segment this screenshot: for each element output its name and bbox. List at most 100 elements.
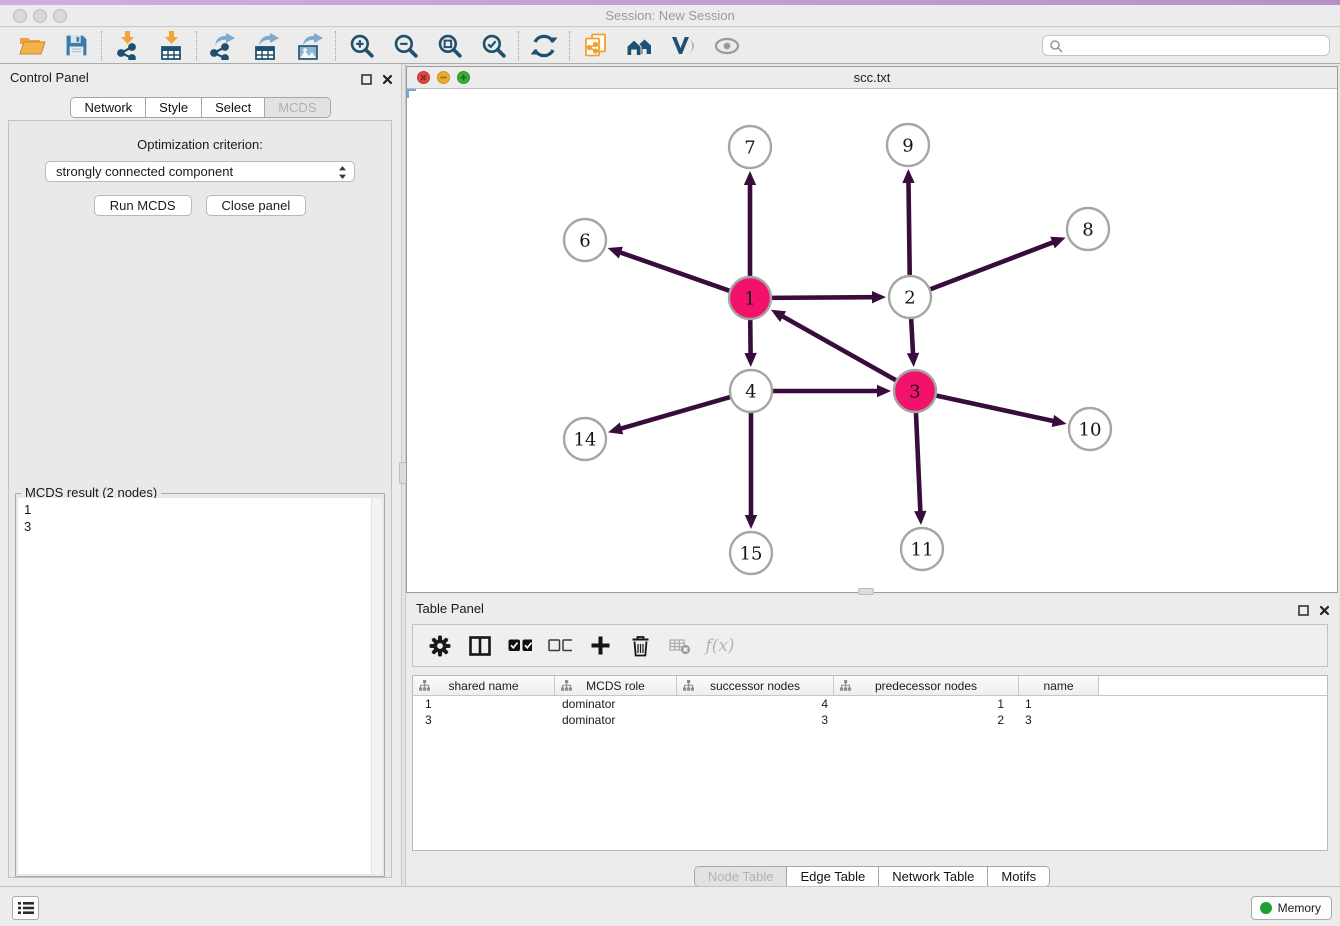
table-cell[interactable]: 1 bbox=[413, 696, 555, 712]
node-15[interactable]: 15 bbox=[730, 532, 772, 574]
task-history-button[interactable] bbox=[12, 896, 39, 920]
edge-2-3[interactable] bbox=[907, 316, 919, 367]
node-3[interactable]: 3 bbox=[894, 370, 936, 412]
tab-mcds[interactable]: MCDS bbox=[265, 98, 329, 117]
search-field[interactable] bbox=[1042, 35, 1330, 56]
result-scrollbar[interactable] bbox=[371, 498, 382, 874]
column-header-predecessor-nodes[interactable]: predecessor nodes bbox=[834, 676, 1019, 695]
node-label: 7 bbox=[744, 138, 755, 159]
edge-4-3[interactable] bbox=[770, 385, 891, 397]
table-cell[interactable]: 1 bbox=[834, 696, 1019, 712]
edge-3-11[interactable] bbox=[914, 410, 926, 525]
edge-1-4[interactable] bbox=[744, 317, 756, 367]
select-all-button[interactable] bbox=[508, 633, 532, 659]
tab-network[interactable]: Network bbox=[71, 98, 146, 117]
node-10[interactable]: 10 bbox=[1069, 408, 1111, 450]
frame-minimize-button[interactable] bbox=[437, 71, 450, 84]
node-2[interactable]: 2 bbox=[889, 276, 931, 318]
close-panel-icon[interactable] bbox=[1319, 603, 1330, 621]
export-table-button[interactable] bbox=[244, 30, 288, 62]
column-header-shared-name[interactable]: shared name bbox=[413, 676, 555, 695]
edge-1-6[interactable] bbox=[608, 247, 732, 292]
table-cell[interactable]: 4 bbox=[677, 696, 834, 712]
network-from-file-button[interactable] bbox=[573, 30, 617, 62]
table-cell[interactable]: dominator bbox=[555, 712, 677, 728]
node-4[interactable]: 4 bbox=[730, 370, 772, 412]
node-1[interactable]: 1 bbox=[729, 277, 771, 319]
search-input[interactable] bbox=[1067, 38, 1323, 54]
create-column-button[interactable] bbox=[588, 633, 612, 659]
tab-style[interactable]: Style bbox=[146, 98, 202, 117]
table-row[interactable]: 3dominator323 bbox=[413, 712, 1327, 728]
table-cell[interactable]: 3 bbox=[677, 712, 834, 728]
function-builder-button[interactable]: f(x) bbox=[708, 633, 732, 659]
table-cell[interactable]: 3 bbox=[1019, 712, 1099, 728]
edge-4-15[interactable] bbox=[745, 410, 757, 529]
export-image-button[interactable] bbox=[288, 30, 332, 62]
table-cell[interactable]: 2 bbox=[834, 712, 1019, 728]
node-9[interactable]: 9 bbox=[887, 124, 929, 166]
show-hide-button[interactable] bbox=[705, 30, 749, 62]
save-session-button[interactable] bbox=[54, 30, 98, 62]
table-settings-button[interactable] bbox=[428, 633, 452, 659]
edge-4-14[interactable] bbox=[608, 396, 733, 434]
open-session-button[interactable] bbox=[10, 30, 54, 62]
delete-column-button[interactable] bbox=[628, 633, 652, 659]
column-header-successor-nodes[interactable]: successor nodes bbox=[677, 676, 834, 695]
frame-maximize-button[interactable] bbox=[457, 71, 470, 84]
run-mcds-button[interactable]: Run MCDS bbox=[94, 195, 192, 216]
column-header-name[interactable]: name bbox=[1019, 676, 1099, 695]
column-header-MCDS-role[interactable]: MCDS role bbox=[555, 676, 677, 695]
table-row[interactable]: 1dominator411 bbox=[413, 696, 1327, 712]
node-6[interactable]: 6 bbox=[564, 219, 606, 261]
memory-button[interactable]: Memory bbox=[1251, 896, 1332, 920]
tab-motifs[interactable]: Motifs bbox=[988, 867, 1049, 886]
network-frame-titlebar[interactable]: scc.txt bbox=[407, 67, 1337, 89]
import-network-button[interactable] bbox=[105, 30, 149, 62]
node-11[interactable]: 11 bbox=[901, 528, 943, 570]
table-toolbar: f(x) bbox=[412, 624, 1328, 667]
unselect-all-button[interactable] bbox=[548, 633, 572, 659]
criterion-select[interactable]: strongly connected component bbox=[45, 161, 355, 182]
node-label: 8 bbox=[1082, 220, 1093, 241]
node-7[interactable]: 7 bbox=[729, 126, 771, 168]
cyndex-button[interactable] bbox=[661, 30, 705, 62]
zoom-out-button[interactable] bbox=[383, 30, 427, 62]
edge-3-10[interactable] bbox=[934, 395, 1067, 427]
float-panel-icon[interactable] bbox=[1298, 603, 1309, 621]
tab-network-table[interactable]: Network Table bbox=[879, 867, 988, 886]
table-cell[interactable]: 1 bbox=[1019, 696, 1099, 712]
zoom-in-button[interactable] bbox=[339, 30, 383, 62]
tab-edge-table[interactable]: Edge Table bbox=[787, 867, 879, 886]
node-14[interactable]: 14 bbox=[564, 418, 606, 460]
export-network-button[interactable] bbox=[200, 30, 244, 62]
network-canvas[interactable]: 7 9 6 8 1 2 4 3 14 10 15 11 bbox=[407, 89, 1337, 592]
mcds-panel: Optimization criterion: strongly connect… bbox=[8, 120, 392, 878]
show-column-panel-button[interactable] bbox=[468, 633, 492, 659]
edge-1-2[interactable] bbox=[769, 291, 886, 303]
edge-2-9[interactable] bbox=[902, 169, 914, 278]
edge-1-7[interactable] bbox=[744, 171, 756, 279]
horizontal-splitter-handle[interactable] bbox=[858, 588, 874, 595]
table-cell[interactable]: 3 bbox=[413, 712, 555, 728]
zoom-fit-button[interactable] bbox=[427, 30, 471, 62]
control-panel-header: Control Panel bbox=[0, 69, 401, 89]
import-table-button[interactable] bbox=[149, 30, 193, 62]
table-cell[interactable]: dominator bbox=[555, 696, 677, 712]
node-label: 3 bbox=[909, 382, 920, 403]
delete-table-button[interactable] bbox=[668, 633, 692, 659]
tab-node-table[interactable]: Node Table bbox=[695, 867, 788, 886]
frame-close-button[interactable] bbox=[417, 71, 430, 84]
float-panel-icon[interactable] bbox=[361, 72, 372, 90]
apply-layout-button[interactable] bbox=[522, 30, 566, 62]
close-panel-icon[interactable] bbox=[382, 72, 393, 90]
first-neighbors-button[interactable] bbox=[617, 30, 661, 62]
node-8[interactable]: 8 bbox=[1067, 208, 1109, 250]
node-label: 4 bbox=[745, 382, 756, 403]
tab-select[interactable]: Select bbox=[202, 98, 265, 117]
edge-3-1[interactable] bbox=[771, 310, 899, 382]
edge-2-8[interactable] bbox=[928, 237, 1066, 290]
mcds-result-text[interactable]: 1 3 bbox=[18, 498, 382, 874]
zoom-selected-button[interactable] bbox=[471, 30, 515, 62]
close-panel-button[interactable]: Close panel bbox=[206, 195, 307, 216]
